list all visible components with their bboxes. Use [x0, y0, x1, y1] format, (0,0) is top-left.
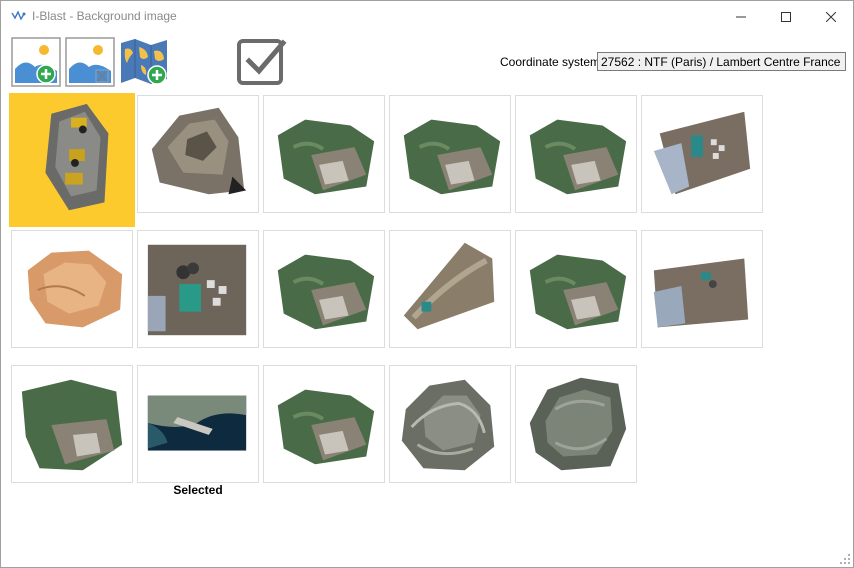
image-tile[interactable]: [641, 95, 763, 213]
image-tile[interactable]: [11, 365, 133, 483]
minimize-button[interactable]: [718, 1, 764, 32]
image-tile[interactable]: [137, 95, 259, 213]
add-map-button[interactable]: [119, 37, 169, 87]
image-thumbnail: [653, 258, 749, 328]
image-thumbnail: [403, 119, 501, 195]
remove-image-button[interactable]: [65, 37, 115, 87]
coordinate-system-label: Coordinate system: [500, 55, 601, 69]
image-tile[interactable]: [263, 365, 385, 483]
minimize-icon: [736, 16, 746, 17]
image-thumbnail: [147, 244, 247, 336]
image-thumbnail: [277, 389, 375, 465]
image-tile[interactable]: [389, 365, 511, 483]
image-thumbnail: [147, 395, 247, 451]
image-thumbnail: [151, 107, 247, 195]
title-bar[interactable]: I-Blast - Background image: [1, 1, 853, 32]
image-thumbnail: [529, 377, 627, 471]
image-tile[interactable]: [137, 365, 259, 483]
image-tile[interactable]: [11, 230, 133, 348]
image-thumbnail: [529, 254, 627, 330]
image-thumbnail: [653, 111, 751, 195]
image-thumbnail: [45, 103, 109, 211]
image-tile[interactable]: [389, 230, 511, 348]
window-title: I-Blast - Background image: [32, 9, 177, 23]
coordinate-system-field[interactable]: 27562 : NTF (Paris) / Lambert Centre Fra…: [597, 52, 846, 71]
image-tile[interactable]: [137, 230, 259, 348]
image-caption: Selected: [173, 483, 223, 497]
maximize-icon: [781, 11, 791, 22]
image-thumbnail: [27, 250, 123, 328]
image-thumbnail: [277, 254, 375, 330]
add-map-icon: [121, 39, 167, 85]
close-button[interactable]: [808, 1, 854, 32]
image-tile[interactable]: [515, 230, 637, 348]
image-thumbnail: [277, 119, 375, 195]
image-tile[interactable]: [263, 95, 385, 213]
resize-grip-icon[interactable]: [839, 553, 851, 565]
image-tile[interactable]: [641, 230, 763, 348]
maximize-button[interactable]: [763, 1, 809, 32]
checkbox-icon: [237, 39, 287, 85]
add-image-icon: [11, 37, 61, 87]
remove-image-icon: [65, 37, 115, 87]
image-tile[interactable]: [263, 230, 385, 348]
image-thumbnail: [403, 242, 495, 330]
background-image-window: I-Blast - Background image Coordinate sy…: [0, 0, 854, 568]
image-tile[interactable]: [9, 93, 135, 227]
image-tile[interactable]: [515, 365, 637, 483]
validate-button[interactable]: [235, 35, 289, 89]
image-tile[interactable]: [389, 95, 511, 213]
add-image-button[interactable]: [11, 37, 61, 87]
image-thumbnail: [401, 379, 495, 471]
iblast-logo-icon: [11, 10, 26, 21]
image-tile[interactable]: [515, 95, 637, 213]
close-icon: [826, 11, 836, 22]
image-thumbnail: [529, 119, 627, 195]
image-thumbnail: [21, 379, 123, 471]
